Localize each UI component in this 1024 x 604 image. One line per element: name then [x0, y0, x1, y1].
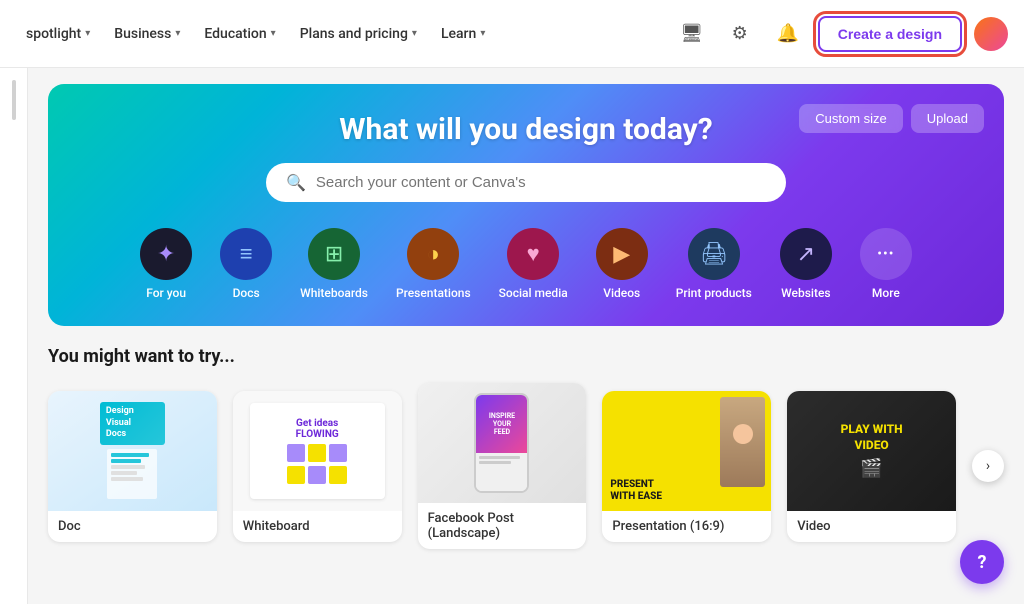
nav-learn[interactable]: Learn ▾	[431, 20, 495, 48]
doc-book-cover: DesignVisualDocs	[100, 402, 165, 445]
sidebar-handle[interactable]	[12, 80, 16, 120]
category-more[interactable]: ••• More	[846, 222, 926, 306]
doc-card-label: Doc	[48, 511, 217, 542]
nav-left: spotlight ▾ Business ▾ Education ▾ Plans…	[16, 20, 495, 48]
card-presentation[interactable]: PRESENTWITH EASE Presentation (16:9)	[602, 391, 771, 542]
doc-mini-bars	[107, 449, 157, 499]
navbar: spotlight ▾ Business ▾ Education ▾ Plans…	[0, 0, 1024, 68]
cards-container: DesignVisualDocs Doc	[48, 383, 1004, 549]
category-row: ✦ For you ≡ Docs ⊞ Whiteboards ◑ Present…	[72, 222, 980, 306]
video-card-label: Video	[787, 511, 956, 542]
wb-blocks	[287, 444, 347, 462]
category-docs[interactable]: ≡ Docs	[206, 222, 286, 306]
plans-chevron-icon: ▾	[412, 28, 417, 39]
fb-card-label: Facebook Post (Landscape)	[418, 503, 587, 549]
doc-thumb-content: DesignVisualDocs	[100, 402, 165, 499]
help-button[interactable]: ?	[960, 540, 1004, 584]
foryou-label: For you	[146, 286, 186, 300]
phone-inner: INSPIREYOURFEED	[476, 395, 527, 453]
whiteboards-label: Whiteboards	[300, 286, 368, 300]
learn-chevron-icon: ▾	[480, 28, 485, 39]
category-videos[interactable]: ▶ Videos	[582, 222, 662, 306]
search-input[interactable]	[316, 174, 766, 191]
presentation-thumbnail: PRESENTWITH EASE	[602, 391, 771, 511]
suggestions-title: You might want to try...	[48, 346, 1004, 367]
websites-label: Websites	[781, 286, 830, 300]
category-whiteboards[interactable]: ⊞ Whiteboards	[286, 222, 382, 306]
videos-label: Videos	[603, 286, 640, 300]
docs-label: Docs	[233, 286, 260, 300]
scroll-next-button[interactable]: ›	[972, 450, 1004, 482]
video-thumbnail: PLAY WITHVIDEO 🎬	[787, 391, 956, 511]
fb-thumbnail: INSPIREYOURFEED	[418, 383, 587, 503]
more-icon: •••	[860, 228, 912, 280]
card-video[interactable]: PLAY WITHVIDEO 🎬 Video	[787, 391, 956, 542]
social-label: Social media	[499, 286, 568, 300]
video-text: PLAY WITHVIDEO	[841, 422, 903, 453]
category-websites[interactable]: ↗ Websites	[766, 222, 846, 306]
hero-buttons: Custom size Upload	[799, 104, 984, 133]
videos-icon: ▶	[596, 228, 648, 280]
pres-person	[720, 397, 765, 487]
nav-plans[interactable]: Plans and pricing ▾	[290, 20, 427, 48]
spotlight-chevron-icon: ▾	[85, 28, 90, 39]
presentations-icon: ◑	[407, 228, 459, 280]
wb-inner: Get ideasFLOWING	[250, 403, 385, 499]
wb-text: Get ideasFLOWING	[296, 418, 339, 440]
layout: Custom size Upload What will you design …	[0, 68, 1024, 604]
custom-size-button[interactable]: Custom size	[799, 104, 903, 133]
category-social[interactable]: ♥ Social media	[485, 222, 582, 306]
education-chevron-icon: ▾	[271, 28, 276, 39]
nav-spotlight[interactable]: spotlight ▾	[16, 20, 100, 48]
nav-education[interactable]: Education ▾	[194, 20, 285, 48]
main-content: Custom size Upload What will you design …	[28, 68, 1024, 604]
more-label: More	[872, 286, 900, 300]
settings-icon[interactable]: ⚙	[722, 16, 758, 52]
category-foryou[interactable]: ✦ For you	[126, 222, 206, 306]
search-icon: 🔍	[286, 173, 306, 192]
sidebar	[0, 68, 28, 604]
whiteboard-thumbnail: Get ideasFLOWING	[233, 391, 402, 511]
phone-mockup: INSPIREYOURFEED	[474, 393, 529, 493]
nav-business[interactable]: Business ▾	[104, 20, 190, 48]
print-label: Print products	[676, 286, 752, 300]
card-whiteboard[interactable]: Get ideasFLOWING	[233, 391, 402, 542]
print-icon: 🖨	[688, 228, 740, 280]
card-facebook-post[interactable]: INSPIREYOURFEED Facebook Post (Landscape…	[418, 383, 587, 549]
whiteboard-card-label: Whiteboard	[233, 511, 402, 542]
nav-right: 🖥 ⚙ 🔔 Create a design	[674, 16, 1008, 52]
avatar[interactable]	[974, 17, 1008, 51]
websites-icon: ↗	[780, 228, 832, 280]
upload-button[interactable]: Upload	[911, 104, 984, 133]
presentation-card-label: Presentation (16:9)	[602, 511, 771, 542]
suggestions-section: You might want to try... DesignVisualDoc…	[28, 326, 1024, 569]
category-presentations[interactable]: ◑ Presentations	[382, 222, 485, 306]
create-design-button[interactable]: Create a design	[818, 16, 962, 52]
pres-text: PRESENTWITH EASE	[610, 479, 662, 503]
notifications-icon[interactable]: 🔔	[770, 16, 806, 52]
business-chevron-icon: ▾	[175, 28, 180, 39]
presentations-label: Presentations	[396, 286, 471, 300]
search-container: 🔍	[266, 163, 786, 202]
foryou-icon: ✦	[140, 228, 192, 280]
social-icon: ♥	[507, 228, 559, 280]
card-doc[interactable]: DesignVisualDocs Doc	[48, 391, 217, 542]
docs-icon: ≡	[220, 228, 272, 280]
monitor-icon[interactable]: 🖥	[674, 16, 710, 52]
hero-banner: Custom size Upload What will you design …	[48, 84, 1004, 326]
category-print[interactable]: 🖨 Print products	[662, 222, 766, 306]
whiteboards-icon: ⊞	[308, 228, 360, 280]
doc-thumbnail: DesignVisualDocs	[48, 391, 217, 511]
